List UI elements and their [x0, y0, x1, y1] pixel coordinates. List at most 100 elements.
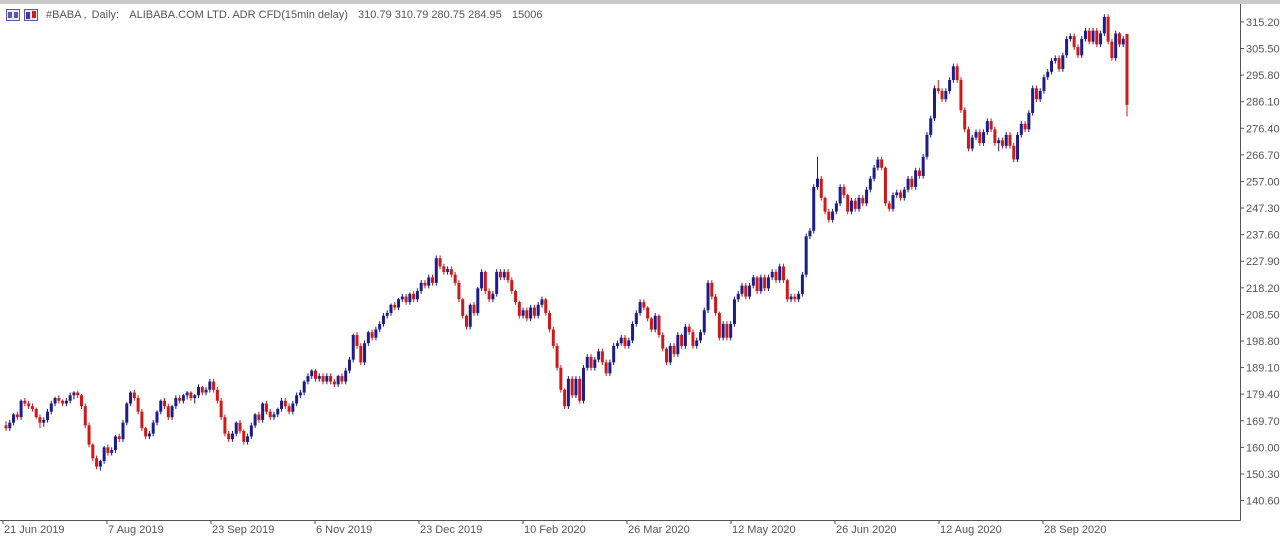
candle	[393, 302, 397, 311]
candle	[755, 276, 759, 294]
candle	[49, 400, 53, 415]
candle-body	[770, 271, 774, 278]
candle	[948, 77, 952, 94]
time-tick-label: 28 Sep 2020	[1044, 524, 1106, 536]
candle	[227, 430, 231, 442]
candle-body	[393, 304, 397, 308]
candle-body	[1046, 71, 1050, 78]
candle	[740, 282, 744, 297]
candle	[427, 274, 431, 289]
candle-body	[132, 392, 136, 399]
candle-body	[264, 403, 268, 412]
candle-body	[698, 332, 702, 341]
candle-body	[125, 403, 129, 423]
candle-body	[446, 269, 450, 272]
candle	[631, 321, 635, 344]
candle-body	[491, 293, 495, 300]
candle	[661, 332, 665, 352]
candle-body	[1000, 140, 1004, 146]
candle-body	[249, 425, 253, 437]
candle-body	[559, 367, 563, 390]
candle	[1019, 121, 1023, 138]
candle-body	[27, 403, 31, 407]
candle-body	[721, 323, 725, 338]
candle	[1065, 36, 1069, 59]
candle	[597, 348, 601, 363]
candle	[208, 378, 212, 393]
candle	[95, 455, 99, 470]
candle-body	[64, 400, 68, 404]
candle-body	[1042, 77, 1046, 91]
candle-body	[208, 381, 212, 390]
candle	[310, 369, 314, 379]
candle	[147, 430, 151, 440]
candle	[366, 330, 370, 346]
candle-body	[853, 200, 857, 209]
candle	[748, 282, 752, 300]
candle	[321, 373, 325, 385]
candle	[600, 348, 604, 366]
candle-body	[963, 110, 967, 130]
candle-body	[631, 323, 635, 341]
candle-body	[695, 340, 699, 346]
candle-body	[525, 310, 529, 319]
candle	[178, 395, 182, 404]
candle	[461, 297, 465, 319]
candle-body	[706, 282, 710, 311]
candle	[397, 297, 401, 311]
candle	[113, 435, 117, 453]
price-tick-label: 266.70	[1246, 150, 1280, 162]
candle-body	[144, 428, 148, 437]
candle	[706, 280, 710, 314]
price-tick-label: 315.20	[1246, 17, 1280, 29]
candle	[163, 398, 167, 409]
candle	[861, 195, 865, 207]
candle-body	[329, 376, 333, 382]
price-tick-label: 237.60	[1246, 230, 1280, 242]
candle	[61, 399, 65, 407]
candle-body	[902, 189, 906, 198]
candle	[419, 280, 423, 294]
candle	[1061, 52, 1065, 72]
candle-body	[793, 296, 797, 300]
candle	[725, 321, 729, 341]
candle-body	[521, 310, 525, 316]
candle-body	[1031, 88, 1035, 113]
candle	[249, 422, 253, 440]
candle	[1099, 30, 1103, 48]
candle	[936, 80, 940, 94]
candle	[159, 399, 163, 415]
candle	[955, 63, 959, 83]
candle-body	[895, 192, 899, 196]
candle	[634, 310, 638, 327]
candle	[665, 347, 669, 366]
candle-body	[30, 406, 34, 409]
candle-body	[612, 345, 616, 363]
candle-body	[302, 381, 306, 393]
time-tick-label: 12 Aug 2020	[940, 524, 1002, 536]
candle-body	[740, 285, 744, 294]
candle-body	[800, 274, 804, 294]
candle	[38, 414, 42, 429]
candle	[280, 398, 284, 412]
candle-body	[634, 313, 638, 324]
candle-body	[672, 345, 676, 355]
candle	[415, 288, 419, 303]
candle-body	[819, 178, 823, 198]
candle-body	[295, 395, 299, 404]
candle	[1057, 55, 1061, 72]
candle-body	[910, 178, 914, 187]
candle-body	[638, 302, 642, 314]
candle-body	[774, 271, 778, 281]
price-chart: 315.20 305.50 295.80 286.10 276.40 266.70 257.…	[0, 4, 1280, 536]
candle-body	[1050, 60, 1054, 72]
candle	[151, 419, 155, 437]
candle-body	[261, 403, 265, 420]
candle-body	[408, 293, 412, 303]
candle-body	[483, 271, 487, 292]
candle	[87, 422, 91, 448]
candle	[842, 184, 846, 198]
candle	[619, 334, 623, 346]
candle-body	[691, 332, 695, 346]
candle-body	[574, 378, 578, 396]
